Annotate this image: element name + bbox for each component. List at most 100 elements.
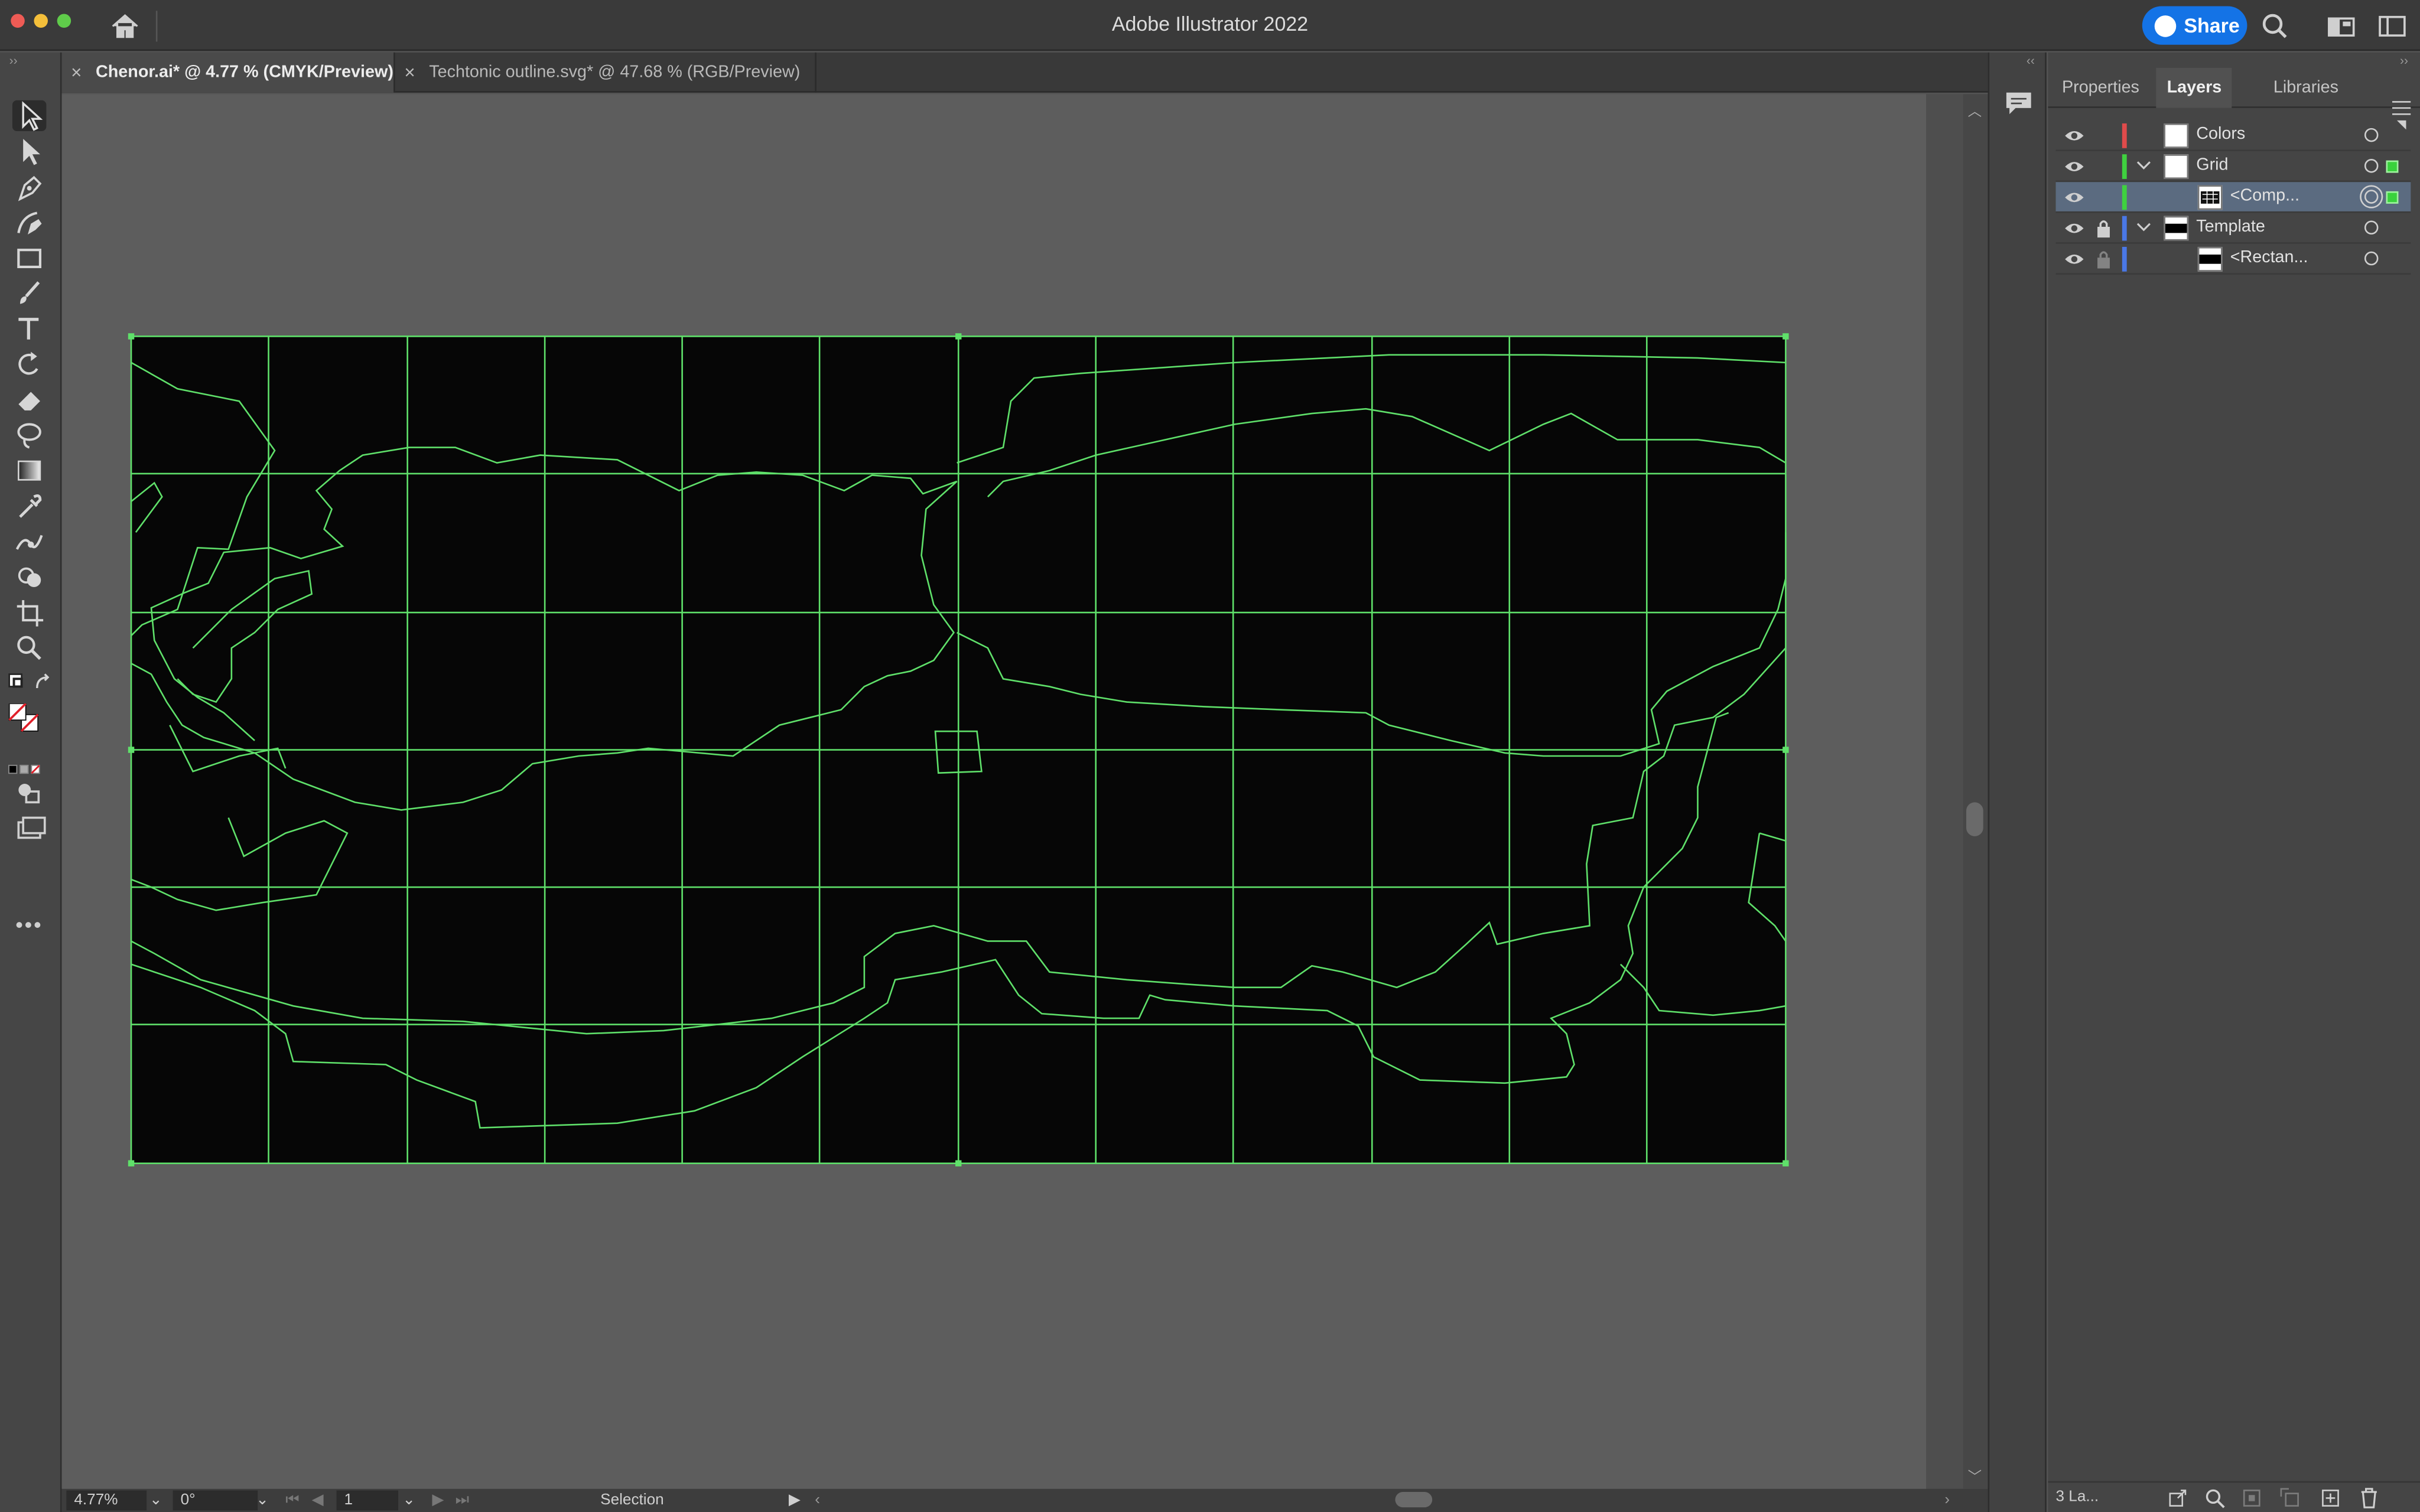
layer-row-colors[interactable]: Colors xyxy=(2055,120,2411,151)
locate-object-icon[interactable] xyxy=(2204,1487,2226,1509)
close-tab-icon[interactable]: × xyxy=(71,61,82,83)
visibility-eye-icon[interactable] xyxy=(2065,221,2084,236)
scroll-down-icon[interactable]: ﹀ xyxy=(1968,1466,1982,1486)
zoom-dropdown-icon[interactable]: ⌄ xyxy=(147,1490,165,1510)
screen-mode-icon[interactable] xyxy=(14,813,48,844)
scroll-up-icon[interactable]: ︿ xyxy=(1968,100,1982,120)
visibility-eye-icon[interactable] xyxy=(2065,252,2084,267)
target-icon[interactable] xyxy=(2364,251,2379,266)
chevron-down-icon[interactable] xyxy=(2136,219,2151,234)
layer-row-compound-path[interactable]: <Comp... xyxy=(2055,182,2411,213)
rectangle-tool-icon[interactable] xyxy=(12,242,46,273)
artboard-dropdown-icon[interactable]: ⌄ xyxy=(400,1490,418,1510)
swap-fill-stroke-icon[interactable] xyxy=(31,670,64,700)
fill-stroke-swatch[interactable] xyxy=(8,702,54,747)
clipping-mask-icon[interactable] xyxy=(2241,1487,2263,1509)
rotate-tool-icon[interactable] xyxy=(12,348,46,379)
layer-name[interactable]: Colors xyxy=(2196,125,2245,144)
layer-name[interactable]: Template xyxy=(2196,217,2265,236)
scroll-right-icon[interactable]: › xyxy=(1944,1490,1950,1510)
tab-chenor[interactable]: × Chenor.ai* @ 4.77 % (CMYK/Preview) xyxy=(61,52,395,93)
layer-thumbnail xyxy=(2197,246,2223,272)
target-icon[interactable] xyxy=(2364,220,2379,235)
rotation-dropdown-icon[interactable]: ⌄ xyxy=(253,1490,271,1510)
layer-name[interactable]: <Rectan... xyxy=(2230,249,2308,267)
canvas[interactable] xyxy=(61,94,1927,1489)
share-label: Share xyxy=(2184,14,2240,37)
layers-panel-footer: 3 La... xyxy=(2048,1481,2420,1512)
close-tab-icon[interactable]: × xyxy=(404,61,415,83)
tab-properties[interactable]: Properties xyxy=(2062,68,2139,108)
target-icon[interactable] xyxy=(2364,159,2379,173)
direct-selection-tool-icon[interactable] xyxy=(12,136,46,167)
pen-tool-icon[interactable] xyxy=(12,171,46,202)
lock-icon[interactable] xyxy=(2096,219,2111,238)
panel-toggle-icon[interactable] xyxy=(2377,11,2408,41)
artboard-number-field[interactable]: 1 xyxy=(336,1490,398,1511)
layer-thumbnail xyxy=(2164,123,2189,148)
tab-libraries[interactable]: Libraries xyxy=(2273,68,2338,108)
eyedropper-tool-icon[interactable] xyxy=(12,491,46,522)
puppet-warp-tool-icon[interactable] xyxy=(12,526,46,557)
edit-toolbar-button[interactable]: ••• xyxy=(15,912,43,937)
new-sublayer-icon[interactable] xyxy=(2279,1487,2301,1509)
layers-panel: ›› Properties Layers Libraries Colors Gr… xyxy=(2048,52,2420,1512)
selection-tool-icon[interactable] xyxy=(12,100,47,132)
panel-menu-icon[interactable] xyxy=(2392,96,2411,115)
last-artboard-icon[interactable]: ⏭ xyxy=(456,1490,470,1510)
collapse-dock-icon[interactable]: ‹‹ xyxy=(2027,54,2035,68)
visibility-eye-icon[interactable] xyxy=(2065,159,2084,174)
visibility-eye-icon[interactable] xyxy=(2065,128,2084,144)
comment-icon[interactable] xyxy=(2003,90,2034,118)
scroll-left-icon[interactable]: ‹ xyxy=(815,1490,820,1510)
curvature-tool-icon[interactable] xyxy=(12,207,46,237)
search-icon[interactable] xyxy=(2259,11,2290,41)
chevron-down-icon[interactable] xyxy=(2136,157,2151,172)
target-icon[interactable] xyxy=(2360,185,2383,208)
artboard-artwork[interactable] xyxy=(61,94,1926,1488)
collapse-panel-icon[interactable]: ›› xyxy=(2400,54,2408,68)
layer-row-rectangle[interactable]: <Rectan... xyxy=(2055,244,2411,275)
collapse-toolbar-icon[interactable]: ›› xyxy=(9,54,18,68)
vertical-scrollbar[interactable] xyxy=(1963,94,1988,1489)
rotation-field[interactable]: 0° xyxy=(173,1490,258,1511)
target-icon[interactable] xyxy=(2364,128,2379,142)
zoom-tool-icon[interactable] xyxy=(12,633,46,663)
layer-name[interactable]: Grid xyxy=(2196,156,2228,174)
layer-color-bar xyxy=(2122,123,2127,148)
app-title: Adobe Illustrator 2022 xyxy=(1111,12,1309,36)
tab-techtonic-outline[interactable]: × Techtonic outline.svg* @ 47.68 % (RGB/… xyxy=(395,52,817,93)
export-icon[interactable] xyxy=(2167,1487,2189,1509)
tab-layers[interactable]: Layers xyxy=(2156,67,2233,108)
type-tool-icon[interactable] xyxy=(12,313,46,344)
eraser-tool-icon[interactable] xyxy=(12,384,46,415)
status-menu-arrow-icon[interactable]: ▶ xyxy=(789,1490,801,1510)
gradient-tool-icon[interactable] xyxy=(12,455,46,486)
layer-row-template[interactable]: Template xyxy=(2055,213,2411,244)
drawing-mode-icon[interactable] xyxy=(14,778,48,809)
layer-row-grid[interactable]: Grid xyxy=(2055,151,2411,183)
workspace-switcher-icon[interactable] xyxy=(2326,11,2357,41)
trash-icon[interactable] xyxy=(2359,1487,2380,1509)
previous-artboard-icon[interactable]: ◀ xyxy=(312,1490,324,1510)
first-artboard-icon[interactable]: ⏮ xyxy=(285,1490,300,1510)
shape-builder-tool-icon[interactable] xyxy=(12,562,46,592)
title-bar: Adobe Illustrator 2022 Share xyxy=(0,0,2420,51)
status-mode-label[interactable]: Selection xyxy=(600,1490,663,1510)
selection-indicator[interactable] xyxy=(2386,191,2399,204)
selection-indicator[interactable] xyxy=(2386,160,2399,173)
new-layer-icon[interactable] xyxy=(2320,1487,2341,1509)
paintbrush-tool-icon[interactable] xyxy=(12,278,46,308)
lasso-tool-icon[interactable] xyxy=(12,420,46,451)
visibility-eye-icon[interactable] xyxy=(2065,190,2084,205)
lock-icon[interactable] xyxy=(2096,250,2111,269)
horizontal-scroll-thumb[interactable] xyxy=(1395,1492,1433,1508)
zoom-level-field[interactable]: 4.77% xyxy=(66,1490,147,1511)
layer-name[interactable]: <Comp... xyxy=(2230,187,2299,205)
illustrator-window: Adobe Illustrator 2022 Share ›› ••• × Ch… xyxy=(0,0,2420,1512)
vertical-scroll-thumb[interactable] xyxy=(1966,802,1983,836)
next-artboard-icon[interactable]: ▶ xyxy=(432,1490,444,1510)
color-mode-buttons[interactable] xyxy=(8,754,54,774)
share-button[interactable]: Share xyxy=(2142,6,2247,45)
artboard-tool-icon[interactable] xyxy=(12,597,46,628)
